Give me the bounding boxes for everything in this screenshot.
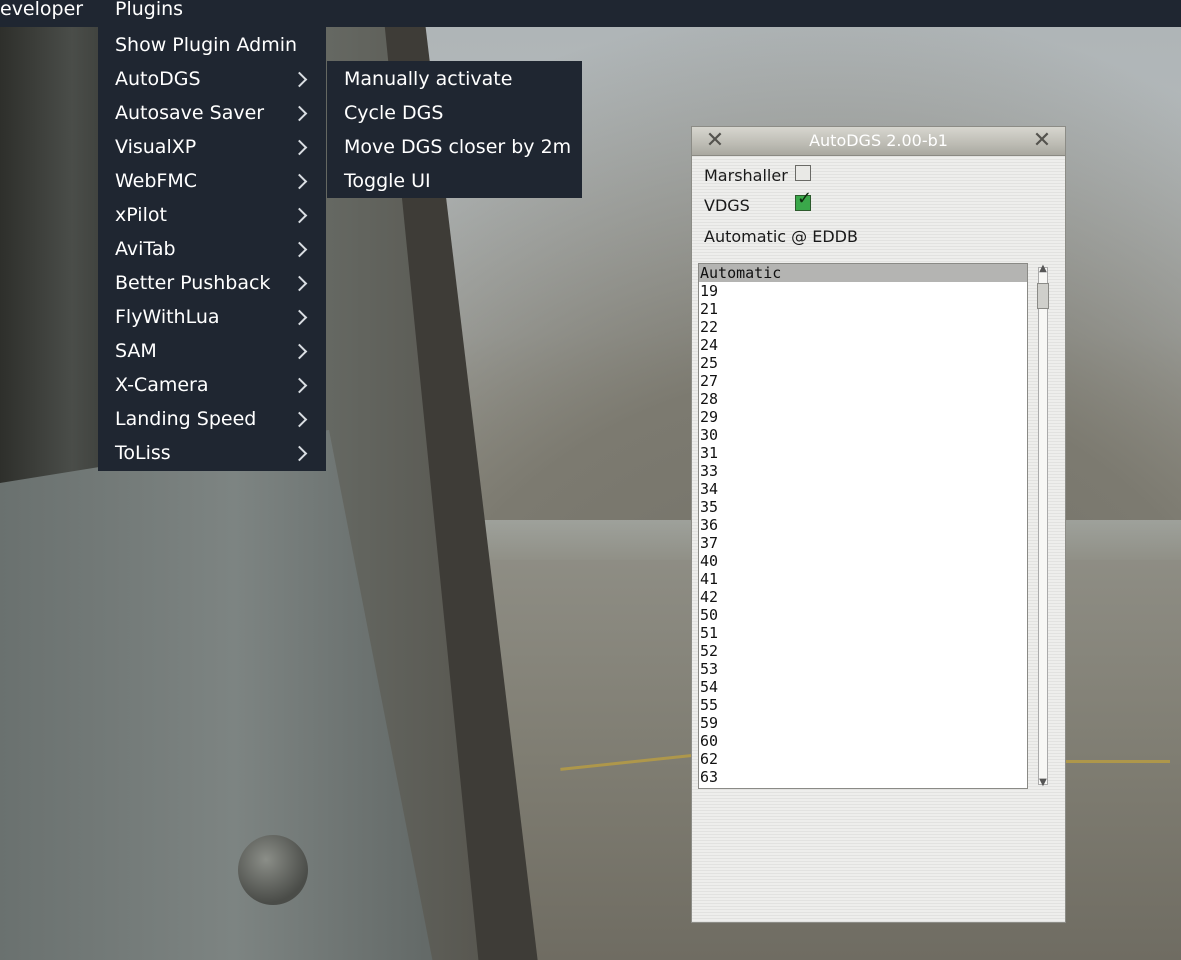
scrollbar-thumb[interactable]: [1037, 283, 1049, 309]
stand-list-item[interactable]: 51: [699, 624, 1027, 642]
vdgs-label: VDGS: [704, 196, 750, 215]
plugins-menu-item[interactable]: Better Pushback: [115, 266, 270, 300]
window-titlebar[interactable]: ✕ AutoDGS 2.00-b1 ✕: [692, 127, 1065, 156]
stand-list-item[interactable]: 19: [699, 282, 1027, 300]
stand-list-item[interactable]: 28: [699, 390, 1027, 408]
chevron-right-icon: [291, 241, 308, 258]
stand-list-item[interactable]: 22: [699, 318, 1027, 336]
scroll-down-icon[interactable]: ▼: [1037, 777, 1049, 789]
autodgs-submenu-item[interactable]: Toggle UI: [344, 164, 431, 198]
chevron-right-icon: [291, 207, 308, 224]
stand-list-item[interactable]: 31: [699, 444, 1027, 462]
stand-list-item[interactable]: 24: [699, 336, 1027, 354]
close-icon[interactable]: ✕: [704, 127, 726, 155]
plugins-menu-item[interactable]: VisualXP: [115, 130, 196, 164]
plugins-menu-item[interactable]: ToLiss: [115, 436, 171, 470]
menu-plugins[interactable]: Plugins: [115, 0, 183, 23]
plugins-menu-item[interactable]: Landing Speed: [115, 402, 256, 436]
chevron-right-icon: [291, 173, 308, 190]
stand-list-item[interactable]: 27: [699, 372, 1027, 390]
stand-list-item[interactable]: 41: [699, 570, 1027, 588]
autodgs-submenu-item[interactable]: Cycle DGS: [344, 96, 443, 130]
stand-list-item[interactable]: 59: [699, 714, 1027, 732]
chevron-right-icon: [291, 377, 308, 394]
menu-bar: eveloper Plugins: [0, 0, 1181, 27]
stand-list-item[interactable]: 33: [699, 462, 1027, 480]
plugins-menu-item[interactable]: xPilot: [115, 198, 167, 232]
checkmark-icon: ✓: [797, 188, 813, 209]
stand-list-item[interactable]: 30: [699, 426, 1027, 444]
chevron-right-icon: [291, 105, 308, 122]
autodgs-submenu: Manually activate Cycle DGS Move DGS close…: [327, 61, 582, 198]
plugins-dropdown-menu: Show Plugin Admin AutoDGS Autosave Saver Vi…: [98, 27, 326, 471]
menu-developer[interactable]: eveloper: [0, 0, 83, 23]
close-icon[interactable]: ✕: [1031, 127, 1053, 155]
status-text: Automatic @ EDDB: [704, 227, 858, 246]
stand-list-item[interactable]: 42: [699, 588, 1027, 606]
stand-list-item[interactable]: 62: [699, 750, 1027, 768]
autodgs-submenu-item[interactable]: Manually activate: [344, 62, 512, 96]
stand-list-item[interactable]: 35: [699, 498, 1027, 516]
stand-list-item[interactable]: 54: [699, 678, 1027, 696]
stand-list-item[interactable]: 50: [699, 606, 1027, 624]
stand-list-item[interactable]: 29: [699, 408, 1027, 426]
stand-list-item[interactable]: 34: [699, 480, 1027, 498]
stand-list-item[interactable]: 52: [699, 642, 1027, 660]
vdgs-checkbox[interactable]: ✓: [795, 188, 812, 211]
autodgs-window: ✕ AutoDGS 2.00-b1 ✕ Marshaller VDGS ✓ Au…: [691, 126, 1066, 923]
stand-list-item[interactable]: 53: [699, 660, 1027, 678]
stand-listbox[interactable]: Automatic 19 21 22 24 25 27 28 29 30 31 33 34 35 36 37 4…: [698, 263, 1028, 789]
stand-list-item[interactable]: 40: [699, 552, 1027, 570]
chevron-right-icon: [291, 445, 308, 462]
list-scrollbar[interactable]: ▲ ▼: [1034, 263, 1052, 789]
stand-list-item[interactable]: 63: [699, 768, 1027, 786]
plugins-menu-item[interactable]: FlyWithLua: [115, 300, 220, 334]
plugins-menu-item[interactable]: Autosave Saver: [115, 96, 264, 130]
stand-list-item[interactable]: Automatic: [699, 264, 1027, 282]
plugins-menu-item[interactable]: WebFMC: [115, 164, 197, 198]
plugins-menu-item[interactable]: SAM: [115, 334, 157, 368]
pillar-bolt: [238, 835, 308, 905]
autodgs-submenu-item[interactable]: Move DGS closer by 2m: [344, 130, 571, 164]
stand-list-item[interactable]: 25: [699, 354, 1027, 372]
scroll-up-icon[interactable]: ▲: [1037, 263, 1049, 275]
plugins-menu-item[interactable]: AutoDGS: [115, 62, 201, 96]
plugins-menu-item[interactable]: X-Camera: [115, 368, 209, 402]
scrollbar-track[interactable]: [1038, 267, 1048, 785]
marshaller-label: Marshaller: [704, 166, 788, 185]
plugins-menu-item[interactable]: Show Plugin Admin: [115, 28, 297, 62]
stand-list-item[interactable]: 21: [699, 300, 1027, 318]
chevron-right-icon: [291, 71, 308, 88]
chevron-right-icon: [291, 275, 308, 292]
chevron-right-icon: [291, 139, 308, 156]
window-title: AutoDGS 2.00-b1: [809, 131, 948, 150]
stand-list-item[interactable]: 60: [699, 732, 1027, 750]
chevron-right-icon: [291, 411, 308, 428]
stand-list-item[interactable]: 55: [699, 696, 1027, 714]
plugins-menu-item[interactable]: AviTab: [115, 232, 176, 266]
chevron-right-icon: [291, 343, 308, 360]
stand-list-item[interactable]: 37: [699, 534, 1027, 552]
chevron-right-icon: [291, 309, 308, 326]
marshaller-checkbox[interactable]: [795, 165, 811, 181]
stand-list-item[interactable]: 36: [699, 516, 1027, 534]
